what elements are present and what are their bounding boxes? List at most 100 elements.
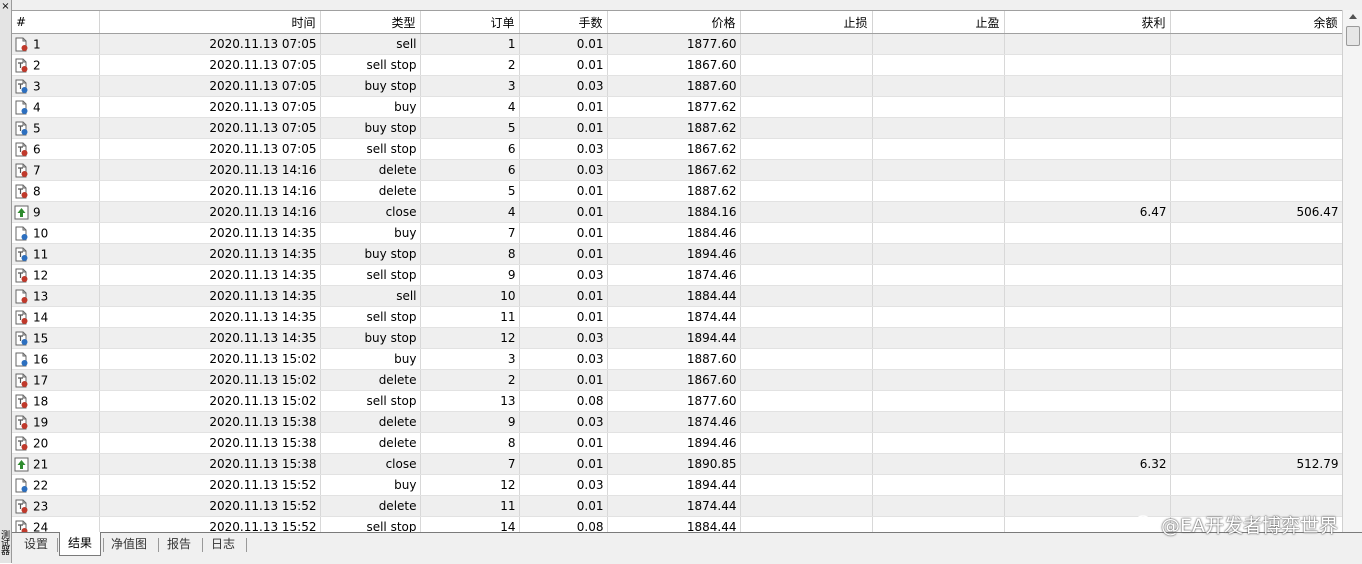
row-price: 1894.44 <box>607 327 741 349</box>
results-table: # 时间 类型 订单 手数 价格 止损 止盈 获利 余额 1 2020.11.13… <box>12 11 1342 533</box>
buy-order-icon <box>14 352 29 367</box>
pending-buy-order-icon <box>14 331 29 346</box>
table-row[interactable]: 3 2020.11.13 07:05 buy stop 3 0.03 1887.60 <box>12 75 1342 97</box>
row-price: 1894.44 <box>607 474 741 496</box>
table-row[interactable]: 15 2020.11.13 14:35 buy stop 12 0.03 1894.44 <box>12 327 1342 349</box>
table-row[interactable]: 21 2020.11.13 15:38 close 7 0.01 1890.85 6.32 5… <box>12 453 1342 475</box>
row-number: 3 <box>12 75 100 97</box>
row-time: 2020.11.13 15:02 <box>99 348 321 370</box>
table-row[interactable]: 8 2020.11.13 14:16 delete 5 0.01 1887.62 <box>12 180 1342 202</box>
row-profit: 6.32 <box>1004 453 1171 475</box>
table-row[interactable]: 11 2020.11.13 14:35 buy stop 8 0.01 1894.46 <box>12 243 1342 265</box>
row-number: 16 <box>12 348 100 370</box>
row-order: 1 <box>420 33 520 55</box>
tab-settings[interactable]: 设置 <box>16 533 56 555</box>
row-lots: 0.01 <box>519 243 608 265</box>
row-lots: 0.01 <box>519 180 608 202</box>
row-number: 20 <box>12 432 100 454</box>
row-take-profit <box>872 495 1005 517</box>
close-order-icon <box>14 457 29 472</box>
table-row[interactable]: 10 2020.11.13 14:35 buy 7 0.01 1884.46 <box>12 222 1342 244</box>
row-stop-loss <box>740 201 873 223</box>
row-stop-loss <box>740 390 873 412</box>
column-header-type[interactable]: 类型 <box>320 11 421 34</box>
tab-equity-chart[interactable]: 净值图 <box>103 533 155 555</box>
delete-order-icon <box>14 415 29 430</box>
row-stop-loss <box>740 411 873 433</box>
table-row[interactable]: 22 2020.11.13 15:52 buy 12 0.03 1894.44 <box>12 474 1342 496</box>
row-number-text: 10 <box>33 226 49 240</box>
pending-buy-order-icon <box>14 121 29 136</box>
tab-journal[interactable]: 日志 <box>203 533 243 555</box>
row-stop-loss <box>740 138 873 160</box>
table-row[interactable]: 20 2020.11.13 15:38 delete 8 0.01 1894.46 <box>12 432 1342 454</box>
column-header-lots[interactable]: 手数 <box>519 11 608 34</box>
table-row[interactable]: 4 2020.11.13 07:05 buy 4 0.01 1877.62 <box>12 96 1342 118</box>
row-profit: 6.47 <box>1004 201 1171 223</box>
row-price: 1890.85 <box>607 453 741 475</box>
row-number-text: 18 <box>33 394 49 408</box>
row-order: 2 <box>420 54 520 76</box>
table-row[interactable]: 16 2020.11.13 15:02 buy 3 0.03 1887.60 <box>12 348 1342 370</box>
row-number: 13 <box>12 285 100 307</box>
column-header-stop-loss[interactable]: 止损 <box>740 11 873 34</box>
row-price: 1894.46 <box>607 432 741 454</box>
column-header-number[interactable]: # <box>12 11 100 34</box>
tab-results[interactable]: 结果 <box>59 532 102 556</box>
row-price: 1887.62 <box>607 180 741 202</box>
table-row[interactable]: 2 2020.11.13 07:05 sell stop 2 0.01 1867.60 <box>12 54 1342 76</box>
row-balance <box>1170 285 1342 307</box>
tab-report[interactable]: 报告 <box>159 533 199 555</box>
row-take-profit <box>872 75 1005 97</box>
table-row[interactable]: 6 2020.11.13 07:05 sell stop 6 0.03 1867.62 <box>12 138 1342 160</box>
row-lots: 0.01 <box>519 117 608 139</box>
column-header-price[interactable]: 价格 <box>607 11 741 34</box>
table-row[interactable]: 7 2020.11.13 14:16 delete 6 0.03 1867.62 <box>12 159 1342 181</box>
row-price: 1874.46 <box>607 411 741 433</box>
vertical-scrollbar[interactable] <box>1342 10 1362 532</box>
row-balance <box>1170 474 1342 496</box>
row-lots: 0.01 <box>519 453 608 475</box>
row-number: 12 <box>12 264 100 286</box>
row-balance <box>1170 117 1342 139</box>
row-number: 8 <box>12 180 100 202</box>
row-stop-loss <box>740 117 873 139</box>
row-type: close <box>320 201 421 223</box>
table-row[interactable]: 18 2020.11.13 15:02 sell stop 13 0.08 1877.60 <box>12 390 1342 412</box>
row-number-text: 8 <box>33 184 41 198</box>
table-row[interactable]: 13 2020.11.13 14:35 sell 10 0.01 1884.44 <box>12 285 1342 307</box>
row-profit <box>1004 432 1171 454</box>
row-take-profit <box>872 159 1005 181</box>
row-number: 10 <box>12 222 100 244</box>
column-header-balance[interactable]: 余额 <box>1170 11 1342 34</box>
row-order: 8 <box>420 243 520 265</box>
table-row[interactable]: 1 2020.11.13 07:05 sell 1 0.01 1877.60 <box>12 33 1342 55</box>
column-header-time[interactable]: 时间 <box>99 11 321 34</box>
scrollbar-thumb[interactable] <box>1346 26 1360 46</box>
scroll-up-arrow-icon[interactable] <box>1349 14 1357 19</box>
tab-divider <box>246 538 247 552</box>
row-stop-loss <box>740 285 873 307</box>
column-header-take-profit[interactable]: 止盈 <box>872 11 1005 34</box>
row-profit <box>1004 33 1171 55</box>
table-row[interactable]: 12 2020.11.13 14:35 sell stop 9 0.03 1874.46 <box>12 264 1342 286</box>
row-time: 2020.11.13 07:05 <box>99 33 321 55</box>
row-profit <box>1004 117 1171 139</box>
row-number-text: 23 <box>33 499 49 513</box>
table-row[interactable]: 5 2020.11.13 07:05 buy stop 5 0.01 1887.62 <box>12 117 1342 139</box>
table-row[interactable]: 19 2020.11.13 15:38 delete 9 0.03 1874.46 <box>12 411 1342 433</box>
row-balance <box>1170 411 1342 433</box>
row-time: 2020.11.13 07:05 <box>99 96 321 118</box>
row-type: delete <box>320 369 421 391</box>
row-time: 2020.11.13 15:38 <box>99 432 321 454</box>
column-header-order[interactable]: 订单 <box>420 11 520 34</box>
table-row[interactable]: 14 2020.11.13 14:35 sell stop 11 0.01 1874.44 <box>12 306 1342 328</box>
table-row[interactable]: 17 2020.11.13 15:02 delete 2 0.01 1867.60 <box>12 369 1342 391</box>
close-icon[interactable]: × <box>1 2 10 12</box>
row-take-profit <box>872 474 1005 496</box>
column-header-profit[interactable]: 获利 <box>1004 11 1171 34</box>
row-lots: 0.08 <box>519 516 608 533</box>
table-row[interactable]: 9 2020.11.13 14:16 close 4 0.01 1884.16 6.47 50… <box>12 201 1342 223</box>
pending-buy-order-icon <box>14 247 29 262</box>
row-take-profit <box>872 180 1005 202</box>
